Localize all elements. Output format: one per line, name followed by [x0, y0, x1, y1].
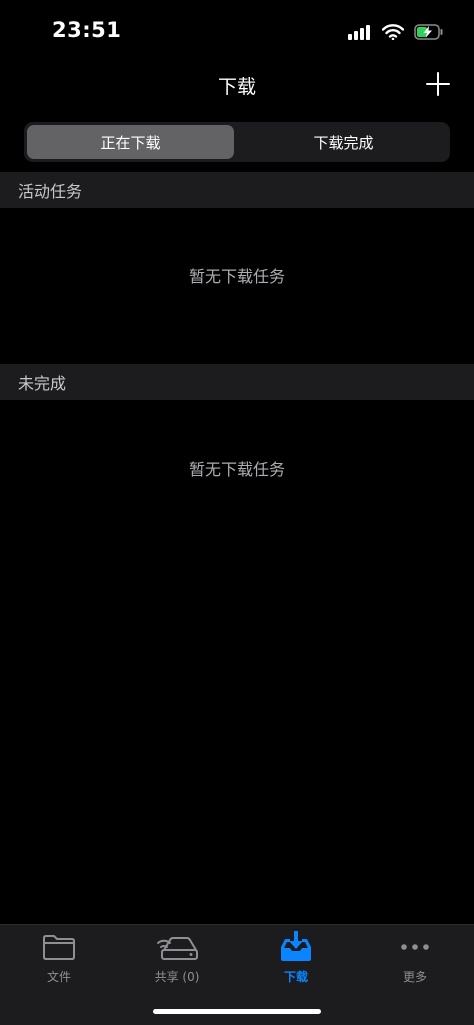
navigation-bar: 下载	[0, 64, 474, 108]
active-tasks-empty-text: 暂无下载任务	[188, 267, 285, 286]
segment-downloading[interactable]: 正在下载	[27, 125, 234, 159]
plus-icon	[426, 72, 450, 96]
tab-more[interactable]: 更多	[356, 925, 474, 995]
wifi-icon	[382, 24, 404, 40]
status-bar: 23:51	[0, 0, 474, 64]
segment-downloading-label: 正在下载	[100, 133, 161, 152]
more-dots-icon	[401, 944, 429, 950]
tab-share-label: 共享 (0)	[154, 970, 200, 984]
download-tray-icon	[281, 931, 311, 961]
page-title: 下载	[217, 76, 256, 98]
tab-files[interactable]: 文件	[0, 925, 118, 995]
tab-share[interactable]: 共享 (0)	[118, 925, 236, 995]
status-icons	[348, 20, 444, 44]
segment-completed[interactable]: 下载完成	[240, 125, 447, 159]
section-header-active-tasks: 活动任务	[0, 172, 474, 208]
unfinished-empty-text: 暂无下载任务	[188, 460, 285, 479]
battery-charging-icon	[414, 24, 443, 40]
tab-files-label: 文件	[46, 970, 71, 984]
tab-more-label: 更多	[402, 970, 427, 984]
tab-downloads[interactable]: 下载	[237, 925, 355, 995]
cellular-signal-icon	[348, 25, 370, 40]
tab-downloads-label: 下载	[283, 970, 308, 984]
home-indicator	[153, 1009, 321, 1014]
folder-icon	[43, 935, 75, 960]
section-header-unfinished: 未完成	[0, 364, 474, 400]
segment-completed-label: 下载完成	[313, 133, 374, 152]
add-download-button[interactable]	[422, 68, 454, 100]
status-time: 23:51	[52, 18, 122, 42]
network-drive-icon	[157, 937, 198, 960]
download-segmented-control: 正在下载 下载完成	[24, 122, 450, 162]
